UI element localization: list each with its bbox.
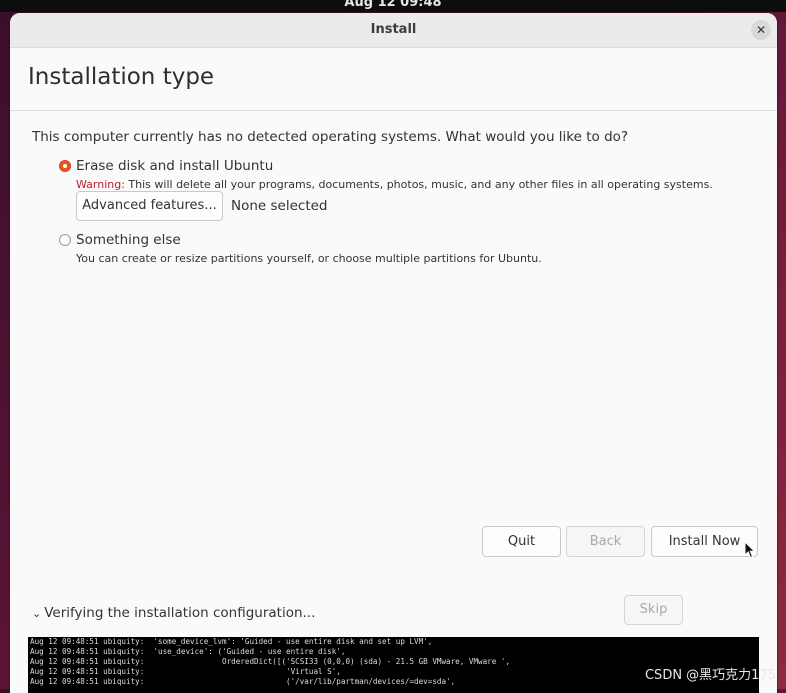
clock[interactable]: Aug 12 09:48 — [0, 0, 786, 12]
top-bar: Aug 12 09:48 — [0, 0, 786, 12]
installer-window: Install ✕ Installation type This compute… — [10, 13, 777, 693]
progress-expander[interactable]: ⌄ Verifying the installation configuratio… — [32, 605, 315, 621]
erase-disk-radio[interactable] — [59, 160, 71, 172]
mouse-cursor-icon — [744, 541, 756, 559]
warning-label: Warning: — [76, 178, 125, 191]
chevron-down-icon: ⌄ — [32, 607, 42, 620]
quit-button[interactable]: Quit — [482, 526, 561, 557]
something-else-label[interactable]: Something else — [76, 232, 181, 248]
skip-button[interactable]: Skip — [624, 595, 683, 625]
log-line: Aug 12 09:48:51 ubiquity: 'some_device_l… — [30, 637, 433, 646]
advanced-features-status: None selected — [231, 198, 328, 214]
close-icon: ✕ — [755, 23, 767, 37]
watermark: CSDN @黑巧克力175 — [644, 668, 776, 683]
advanced-features-button[interactable]: Advanced features... — [76, 191, 223, 221]
page-header: Installation type — [10, 48, 777, 111]
something-else-radio[interactable] — [59, 234, 71, 246]
title-bar: Install ✕ — [10, 13, 777, 48]
window-title: Install — [370, 22, 417, 37]
erase-disk-label[interactable]: Erase disk and install Ubuntu — [76, 158, 273, 174]
progress-label: Verifying the installation configuration… — [44, 605, 316, 621]
log-line: Aug 12 09:48:51 ubiquity: 'use_device': … — [30, 647, 346, 656]
install-now-button[interactable]: Install Now — [651, 526, 758, 557]
close-button[interactable]: ✕ — [751, 20, 771, 40]
back-button[interactable]: Back — [566, 526, 645, 557]
erase-disk-warning: Warning: This will delete all your progr… — [76, 178, 713, 191]
question-text: This computer currently has no detected … — [32, 129, 629, 145]
page-title: Installation type — [28, 64, 215, 90]
something-else-description: You can create or resize partitions your… — [76, 252, 542, 265]
warning-text: This will delete all your programs, docu… — [124, 178, 713, 191]
